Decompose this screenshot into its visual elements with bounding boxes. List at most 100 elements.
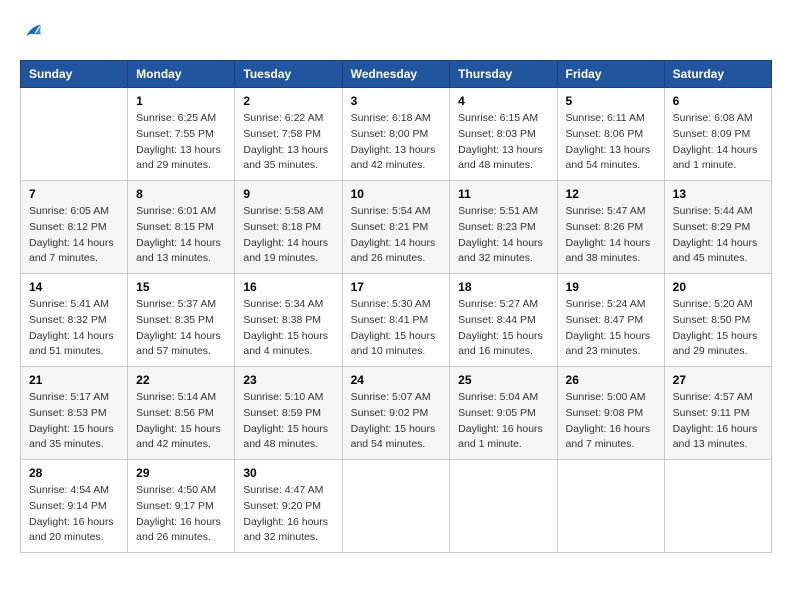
day-number: 16 [243, 280, 333, 294]
calendar-day-cell [557, 460, 664, 553]
calendar-day-cell: 12 Sunrise: 5:47 AM Sunset: 8:26 PM Dayli… [557, 181, 664, 274]
day-number: 29 [136, 466, 226, 480]
day-info: Sunrise: 6:18 AM Sunset: 8:00 PM Dayligh… [351, 111, 442, 174]
day-number: 14 [29, 280, 119, 294]
calendar-day-cell: 10 Sunrise: 5:54 AM Sunset: 8:21 PM Dayli… [342, 181, 450, 274]
calendar-day-cell: 30 Sunrise: 4:47 AM Sunset: 9:20 PM Dayli… [235, 460, 342, 553]
day-info: Sunrise: 5:47 AM Sunset: 8:26 PM Dayligh… [566, 204, 656, 267]
day-number: 10 [351, 187, 442, 201]
day-info: Sunrise: 4:54 AM Sunset: 9:14 PM Dayligh… [29, 483, 119, 546]
calendar-body: 1 Sunrise: 6:25 AM Sunset: 7:55 PM Daylig… [21, 88, 772, 553]
calendar-week-row: 7 Sunrise: 6:05 AM Sunset: 8:12 PM Daylig… [21, 181, 772, 274]
day-number: 20 [673, 280, 763, 294]
day-info: Sunrise: 5:24 AM Sunset: 8:47 PM Dayligh… [566, 297, 656, 360]
day-number: 6 [673, 94, 763, 108]
calendar-day-cell: 25 Sunrise: 5:04 AM Sunset: 9:05 PM Dayli… [450, 367, 557, 460]
calendar-day-cell: 22 Sunrise: 5:14 AM Sunset: 8:56 PM Dayli… [128, 367, 235, 460]
days-of-week-header: SundayMondayTuesdayWednesdayThursdayFrid… [21, 61, 772, 88]
day-number: 11 [458, 187, 548, 201]
calendar-day-cell: 9 Sunrise: 5:58 AM Sunset: 8:18 PM Daylig… [235, 181, 342, 274]
day-number: 1 [136, 94, 226, 108]
calendar-day-cell [342, 460, 450, 553]
day-of-week-header: Tuesday [235, 61, 342, 88]
logo-bird-icon [20, 20, 44, 44]
day-number: 30 [243, 466, 333, 480]
calendar-day-cell: 6 Sunrise: 6:08 AM Sunset: 8:09 PM Daylig… [664, 88, 771, 181]
day-number: 12 [566, 187, 656, 201]
day-of-week-header: Saturday [664, 61, 771, 88]
day-info: Sunrise: 5:30 AM Sunset: 8:41 PM Dayligh… [351, 297, 442, 360]
calendar-day-cell: 7 Sunrise: 6:05 AM Sunset: 8:12 PM Daylig… [21, 181, 128, 274]
day-info: Sunrise: 6:22 AM Sunset: 7:58 PM Dayligh… [243, 111, 333, 174]
page-header [20, 20, 772, 44]
day-number: 21 [29, 373, 119, 387]
calendar-day-cell [21, 88, 128, 181]
day-info: Sunrise: 5:44 AM Sunset: 8:29 PM Dayligh… [673, 204, 763, 267]
logo [20, 20, 48, 44]
day-info: Sunrise: 6:15 AM Sunset: 8:03 PM Dayligh… [458, 111, 548, 174]
day-number: 15 [136, 280, 226, 294]
day-info: Sunrise: 5:14 AM Sunset: 8:56 PM Dayligh… [136, 390, 226, 453]
day-number: 24 [351, 373, 442, 387]
calendar-table: SundayMondayTuesdayWednesdayThursdayFrid… [20, 60, 772, 553]
day-number: 25 [458, 373, 548, 387]
calendar-day-cell: 27 Sunrise: 4:57 AM Sunset: 9:11 PM Dayli… [664, 367, 771, 460]
day-of-week-header: Sunday [21, 61, 128, 88]
day-info: Sunrise: 6:05 AM Sunset: 8:12 PM Dayligh… [29, 204, 119, 267]
calendar-day-cell: 20 Sunrise: 5:20 AM Sunset: 8:50 PM Dayli… [664, 274, 771, 367]
calendar-week-row: 21 Sunrise: 5:17 AM Sunset: 8:53 PM Dayli… [21, 367, 772, 460]
calendar-day-cell: 26 Sunrise: 5:00 AM Sunset: 9:08 PM Dayli… [557, 367, 664, 460]
day-info: Sunrise: 5:10 AM Sunset: 8:59 PM Dayligh… [243, 390, 333, 453]
day-info: Sunrise: 4:57 AM Sunset: 9:11 PM Dayligh… [673, 390, 763, 453]
day-number: 9 [243, 187, 333, 201]
calendar-week-row: 1 Sunrise: 6:25 AM Sunset: 7:55 PM Daylig… [21, 88, 772, 181]
day-info: Sunrise: 5:54 AM Sunset: 8:21 PM Dayligh… [351, 204, 442, 267]
day-info: Sunrise: 5:58 AM Sunset: 8:18 PM Dayligh… [243, 204, 333, 267]
calendar-day-cell: 1 Sunrise: 6:25 AM Sunset: 7:55 PM Daylig… [128, 88, 235, 181]
calendar-day-cell: 3Sunrise: 6:18 AM Sunset: 8:00 PM Daylig… [342, 88, 450, 181]
calendar-day-cell: 17 Sunrise: 5:30 AM Sunset: 8:41 PM Dayli… [342, 274, 450, 367]
day-info: Sunrise: 5:04 AM Sunset: 9:05 PM Dayligh… [458, 390, 548, 453]
day-number: 19 [566, 280, 656, 294]
day-info: Sunrise: 5:07 AM Sunset: 9:02 PM Dayligh… [351, 390, 442, 453]
day-info: Sunrise: 4:47 AM Sunset: 9:20 PM Dayligh… [243, 483, 333, 546]
calendar-day-cell: 5Sunrise: 6:11 AM Sunset: 8:06 PM Daylig… [557, 88, 664, 181]
calendar-week-row: 14 Sunrise: 5:41 AM Sunset: 8:32 PM Dayli… [21, 274, 772, 367]
day-number: 17 [351, 280, 442, 294]
day-info: Sunrise: 6:08 AM Sunset: 8:09 PM Dayligh… [673, 111, 763, 174]
calendar-day-cell: 14 Sunrise: 5:41 AM Sunset: 8:32 PM Dayli… [21, 274, 128, 367]
calendar-day-cell: 15Sunrise: 5:37 AM Sunset: 8:35 PM Dayli… [128, 274, 235, 367]
day-of-week-header: Wednesday [342, 61, 450, 88]
calendar-day-cell: 19 Sunrise: 5:24 AM Sunset: 8:47 PM Dayli… [557, 274, 664, 367]
day-number: 4 [458, 94, 548, 108]
day-info: Sunrise: 5:20 AM Sunset: 8:50 PM Dayligh… [673, 297, 763, 360]
day-number: 13 [673, 187, 763, 201]
day-of-week-header: Thursday [450, 61, 557, 88]
calendar-day-cell [664, 460, 771, 553]
day-number: 23 [243, 373, 333, 387]
day-info: Sunrise: 5:34 AM Sunset: 8:38 PM Dayligh… [243, 297, 333, 360]
calendar-day-cell: 16 Sunrise: 5:34 AM Sunset: 8:38 PM Dayli… [235, 274, 342, 367]
day-number: 27 [673, 373, 763, 387]
day-info: Sunrise: 5:27 AM Sunset: 8:44 PM Dayligh… [458, 297, 548, 360]
calendar-day-cell: 13 Sunrise: 5:44 AM Sunset: 8:29 PM Dayli… [664, 181, 771, 274]
day-info: Sunrise: 4:50 AM Sunset: 9:17 PM Dayligh… [136, 483, 226, 546]
day-info: Sunrise: 6:11 AM Sunset: 8:06 PM Dayligh… [566, 111, 656, 174]
day-info: Sunrise: 6:01 AM Sunset: 8:15 PM Dayligh… [136, 204, 226, 267]
day-of-week-header: Monday [128, 61, 235, 88]
calendar-day-cell: 29 Sunrise: 4:50 AM Sunset: 9:17 PM Dayli… [128, 460, 235, 553]
calendar-day-cell: 23 Sunrise: 5:10 AM Sunset: 8:59 PM Dayli… [235, 367, 342, 460]
day-number: 22 [136, 373, 226, 387]
day-info: Sunrise: 5:17 AM Sunset: 8:53 PM Dayligh… [29, 390, 119, 453]
day-info: Sunrise: 6:25 AM Sunset: 7:55 PM Dayligh… [136, 111, 226, 174]
day-number: 8 [136, 187, 226, 201]
calendar-day-cell: 24 Sunrise: 5:07 AM Sunset: 9:02 PM Dayli… [342, 367, 450, 460]
calendar-day-cell: 8 Sunrise: 6:01 AM Sunset: 8:15 PM Daylig… [128, 181, 235, 274]
day-info: Sunrise: 5:41 AM Sunset: 8:32 PM Dayligh… [29, 297, 119, 360]
day-number: 2 [243, 94, 333, 108]
day-number: 26 [566, 373, 656, 387]
day-number: 7 [29, 187, 119, 201]
calendar-day-cell: 28Sunrise: 4:54 AM Sunset: 9:14 PM Dayli… [21, 460, 128, 553]
calendar-day-cell: 21 Sunrise: 5:17 AM Sunset: 8:53 PM Dayli… [21, 367, 128, 460]
day-info: Sunrise: 5:00 AM Sunset: 9:08 PM Dayligh… [566, 390, 656, 453]
